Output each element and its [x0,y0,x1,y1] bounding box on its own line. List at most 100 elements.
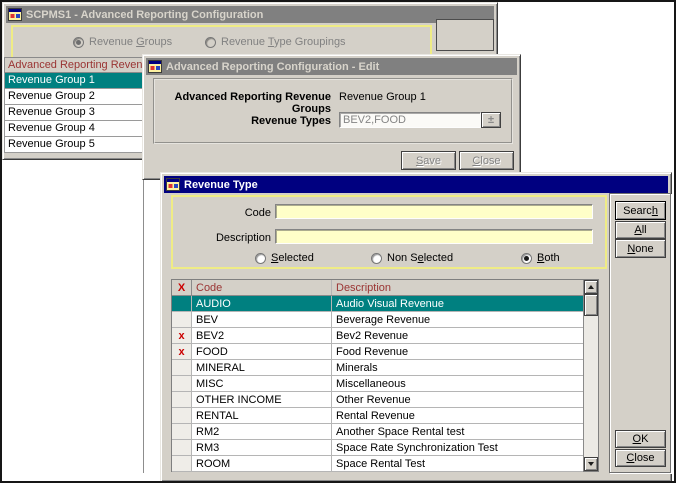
table-scrollbar[interactable] [583,280,598,471]
table-row[interactable]: x BEV2 Bev2 Revenue [172,328,583,344]
header-description: Description [332,280,583,295]
description-cell: Miscellaneous [332,376,583,391]
groups-field-value: Revenue Group 1 [339,91,426,103]
description-cell: Bev2 Revenue [332,328,583,343]
types-field-label: Revenue Types [153,115,331,127]
mark-cell: x [172,328,192,343]
form-icon [148,60,162,73]
ok-button[interactable]: OK [615,430,666,448]
close-button-edit[interactable]: Close [459,151,514,170]
all-button[interactable]: All [615,221,666,239]
description-input[interactable] [275,229,593,244]
code-cell: RM2 [192,424,332,439]
scroll-down-icon[interactable] [584,457,598,471]
description-cell: Space Rental Test [332,456,583,471]
description-cell: Audio Visual Revenue [332,296,583,311]
mark-cell: x [172,344,192,359]
code-cell: RM3 [192,440,332,455]
search-button[interactable]: Search [615,201,666,220]
revenue-types-field[interactable]: BEV2,FOOD [339,112,481,128]
mark-cell [172,424,192,439]
edit-window-title: Advanced Reporting Configuration - Edit [166,61,379,73]
group-row[interactable]: Revenue Group 2 [4,89,144,105]
header-code: Code [192,280,332,295]
mark-cell [172,408,192,423]
description-label: Description [173,232,271,244]
description-cell: Other Revenue [332,392,583,407]
description-cell: Rental Revenue [332,408,583,423]
revenue-types-dropdown-button[interactable]: ± [481,112,501,128]
radio-icon [205,37,216,48]
frame-box [436,19,494,51]
table-row[interactable]: RM3 Space Rate Synchronization Test [172,440,583,456]
code-cell: RENTAL [192,408,332,423]
table-row[interactable]: ROOM Space Rental Test [172,456,583,472]
table-row[interactable]: BEV Beverage Revenue [172,312,583,328]
table-row[interactable]: MINERAL Minerals [172,360,583,376]
mark-cell [172,360,192,375]
description-cell: Minerals [332,360,583,375]
description-cell: Another Space Rental test [332,424,583,439]
code-cell: FOOD [192,344,332,359]
groups-field-label: Advanced Reporting Revenue Groups [153,91,331,115]
screenshot-root: SCPMS1 - Advanced Reporting Configuratio… [0,0,676,483]
workspace-panel [2,160,144,473]
code-cell: BEV2 [192,328,332,343]
header-mark: X [172,280,192,295]
group-row[interactable]: Revenue Group 5 [4,137,144,153]
description-cell: Food Revenue [332,344,583,359]
description-cell: Space Rate Synchronization Test [332,440,583,455]
scrollbar-thumb[interactable] [584,294,598,316]
mark-cell [172,456,192,471]
form-icon [8,8,22,21]
radio-icon [371,253,382,264]
scpms1-title-bar[interactable]: SCPMS1 - Advanced Reporting Configuratio… [6,6,494,23]
radio-revenue-groups[interactable]: Revenue Groups [73,36,172,48]
revenue-type-title-bar[interactable]: Revenue Type [164,176,668,193]
code-input[interactable] [275,204,593,219]
revenue-type-table: X Code Description AUDIO Audio Visual Re… [171,279,599,472]
radio-icon [73,37,84,48]
radio-non-selected[interactable]: Non Selected [371,252,453,264]
revenue-type-table-body: X Code Description AUDIO Audio Visual Re… [172,280,583,471]
code-cell: ROOM [192,456,332,471]
group-row[interactable]: Revenue Group 1 [4,73,144,89]
scpms1-window-title: SCPMS1 - Advanced Reporting Configuratio… [26,9,263,21]
close-button-revenue-type[interactable]: Close [615,449,666,467]
radio-icon [521,253,532,264]
none-button[interactable]: None [615,239,666,258]
save-button[interactable]: Save [401,151,456,170]
table-row[interactable]: MISC Miscellaneous [172,376,583,392]
window-edit: Advanced Reporting Configuration - Edit … [142,54,521,180]
scroll-up-icon[interactable] [584,280,598,294]
groups-grid-header: Advanced Reporting Revenue Gr [4,57,144,73]
search-panel: Code Description Selected Non Selected B… [171,195,607,269]
mark-cell [172,392,192,407]
radio-icon [255,253,266,264]
table-row[interactable]: RM2 Another Space Rental test [172,424,583,440]
mark-cell [172,296,192,311]
radio-revenue-groups-label: Revenue Groups [89,36,172,48]
radio-both[interactable]: Both [521,252,560,264]
revenue-type-window-title: Revenue Type [184,179,258,191]
table-row[interactable]: AUDIO Audio Visual Revenue [172,296,583,312]
radio-both-label: Both [537,252,560,264]
radio-selected[interactable]: Selected [255,252,314,264]
radio-revenue-type-groupings[interactable]: Revenue Type Groupings [205,36,346,48]
group-row[interactable]: Revenue Group 4 [4,121,144,137]
mark-cell [172,312,192,327]
revenue-groups-grid: Advanced Reporting Revenue Gr Revenue Gr… [4,57,144,153]
code-label: Code [173,207,271,219]
radio-selected-label: Selected [271,252,314,264]
window-revenue-type: Revenue Type Code Description Selected N… [160,172,672,482]
radio-non-selected-label: Non Selected [387,252,453,264]
group-row[interactable]: Revenue Group 3 [4,105,144,121]
code-cell: OTHER INCOME [192,392,332,407]
table-row[interactable]: RENTAL Rental Revenue [172,408,583,424]
table-row[interactable]: x FOOD Food Revenue [172,344,583,360]
description-cell: Beverage Revenue [332,312,583,327]
table-row[interactable]: OTHER INCOME Other Revenue [172,392,583,408]
code-cell: BEV [192,312,332,327]
mark-cell [172,376,192,391]
edit-title-bar[interactable]: Advanced Reporting Configuration - Edit [146,58,517,75]
